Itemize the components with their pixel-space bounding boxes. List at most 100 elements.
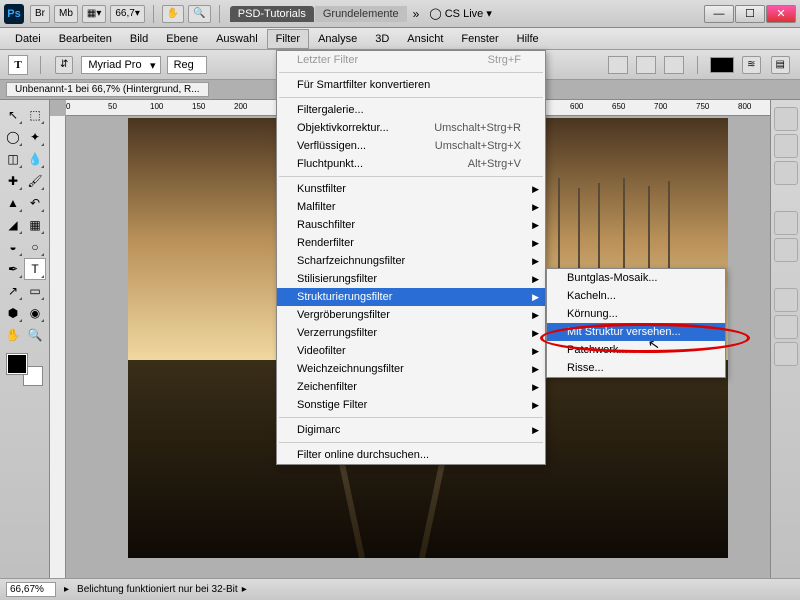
minibridge-button[interactable]: Mb (54, 5, 78, 23)
menuitem-malfilter[interactable]: Malfilter▶ (277, 198, 545, 216)
zoom-tool[interactable]: 🔍 (24, 324, 46, 346)
menuitem-kacheln-[interactable]: Kacheln... (547, 287, 725, 305)
menu-ansicht[interactable]: Ansicht (398, 29, 452, 49)
swatches-panel-icon[interactable] (774, 134, 798, 158)
menu-bearbeiten[interactable]: Bearbeiten (50, 29, 121, 49)
menuitem-videofilter[interactable]: Videofilter▶ (277, 342, 545, 360)
menuitem-stilisierungsfilter[interactable]: Stilisierungsfilter▶ (277, 270, 545, 288)
menuitem-vergr-berungsfilter[interactable]: Vergröberungsfilter▶ (277, 306, 545, 324)
menuitem-strukturierungsfilter[interactable]: Strukturierungsfilter▶ (277, 288, 545, 306)
dodge-tool[interactable]: ○ (24, 236, 46, 258)
menu-analyse[interactable]: Analyse (309, 29, 366, 49)
menuitem-digimarc[interactable]: Digimarc▶ (277, 421, 545, 439)
minimize-button[interactable]: — (704, 5, 734, 23)
hand-tool[interactable]: ✋ (2, 324, 24, 346)
shape-tool[interactable]: ▭ (24, 280, 46, 302)
menu-hilfe[interactable]: Hilfe (508, 29, 548, 49)
orientation-toggle[interactable]: ⇵ (55, 56, 73, 74)
menuitem-scharfzeichnungsfilter[interactable]: Scharfzeichnungsfilter▶ (277, 252, 545, 270)
zoom-tool-shortcut[interactable]: 🔍 (188, 5, 210, 23)
bridge-button[interactable]: Br (30, 5, 50, 23)
3d-camera-tool[interactable]: ◉ (24, 302, 46, 324)
history-brush-tool[interactable]: ↶ (24, 192, 46, 214)
text-color-swatch[interactable] (710, 57, 734, 73)
menuitem-k-rnung-[interactable]: Körnung... (547, 305, 725, 323)
align-left-button[interactable] (608, 56, 628, 74)
status-bar: ▸ Belichtung funktioniert nur bei 32-Bit… (0, 578, 800, 600)
layers-panel-icon[interactable] (774, 288, 798, 312)
heal-tool[interactable]: ✚ (2, 170, 24, 192)
font-style-select[interactable]: Reg (167, 56, 207, 74)
menuitem-patchwork-[interactable]: Patchwork... (547, 341, 725, 359)
type-tool-indicator: T (8, 55, 28, 75)
maximize-button[interactable]: ☐ (735, 5, 765, 23)
menuitem-renderfilter[interactable]: Renderfilter▶ (277, 234, 545, 252)
stamp-tool[interactable]: ▲ (2, 192, 24, 214)
color-swatches[interactable] (5, 352, 45, 388)
hand-tool-shortcut[interactable]: ✋ (162, 5, 184, 23)
menuitem-f-r-smartfilter-konvertieren[interactable]: Für Smartfilter konvertieren (277, 76, 545, 94)
gradient-tool[interactable]: ▦ (24, 214, 46, 236)
marquee-tool[interactable]: ⬚ (24, 104, 46, 126)
zoom-dropdown[interactable]: 66,7 ▾ (110, 5, 145, 23)
blur-tool[interactable]: ◒ (2, 236, 24, 258)
workspace-tab[interactable]: Grundelemente (315, 6, 407, 22)
3d-tool[interactable]: ⬢ (2, 302, 24, 324)
document-tab[interactable]: Unbenannt-1 bei 66,7% (Hintergrund, R... (6, 82, 209, 97)
workspace-tab-active[interactable]: PSD-Tutorials (230, 6, 314, 22)
menuitem-letzter-filter: Letzter FilterStrg+F (277, 51, 545, 69)
crop-tool[interactable]: ◫ (2, 148, 24, 170)
path-select-tool[interactable]: ↗ (2, 280, 24, 302)
zoom-input[interactable] (6, 582, 56, 597)
menuitem-objektivkorrektur-[interactable]: Objektivkorrektur...Umschalt+Strg+R (277, 119, 545, 137)
font-family-select[interactable]: Myriad Pro▾ (81, 56, 160, 74)
menu-bild[interactable]: Bild (121, 29, 157, 49)
window-controls: — ☐ ✕ (703, 5, 796, 23)
menuitem-mit-struktur-versehen-[interactable]: Mit Struktur versehen... (547, 323, 725, 341)
strukturierungsfilter-submenu: Buntglas-Mosaik...Kacheln...Körnung...Mi… (546, 268, 726, 378)
menuitem-risse-[interactable]: Risse... (547, 359, 725, 377)
adjustments-panel-icon[interactable] (774, 211, 798, 235)
arrange-button[interactable]: ▦▾ (82, 5, 106, 23)
eraser-tool[interactable]: ◢ (2, 214, 24, 236)
menuitem-buntglas-mosaik-[interactable]: Buntglas-Mosaik... (547, 269, 725, 287)
ruler-vertical (50, 116, 66, 578)
menuitem-fluchtpunkt-[interactable]: Fluchtpunkt...Alt+Strg+V (277, 155, 545, 173)
menuitem-kunstfilter[interactable]: Kunstfilter▶ (277, 180, 545, 198)
channels-panel-icon[interactable] (774, 315, 798, 339)
menuitem-filtergalerie-[interactable]: Filtergalerie... (277, 101, 545, 119)
char-panel-button[interactable]: ▤ (771, 56, 790, 74)
eyedropper-tool[interactable]: 💧 (24, 148, 46, 170)
menu-fenster[interactable]: Fenster (452, 29, 507, 49)
menuitem-filter-online-durchsuchen-[interactable]: Filter online durchsuchen... (277, 446, 545, 464)
brush-tool[interactable]: 🖌 (24, 170, 46, 192)
align-right-button[interactable] (664, 56, 684, 74)
styles-panel-icon[interactable] (774, 161, 798, 185)
align-center-button[interactable] (636, 56, 656, 74)
menu-ebene[interactable]: Ebene (157, 29, 207, 49)
right-panel-dock (770, 100, 800, 578)
color-panel-icon[interactable] (774, 107, 798, 131)
menu-3d[interactable]: 3D (366, 29, 398, 49)
menuitem-rauschfilter[interactable]: Rauschfilter▶ (277, 216, 545, 234)
cslive-button[interactable]: ◯ CS Live ▾ (429, 7, 491, 20)
masks-panel-icon[interactable] (774, 238, 798, 262)
menu-bar: DateiBearbeitenBildEbeneAuswahlFilterAna… (0, 28, 800, 50)
menu-auswahl[interactable]: Auswahl (207, 29, 267, 49)
warp-text-button[interactable]: ≋ (742, 56, 760, 74)
wand-tool[interactable]: ✦ (24, 126, 46, 148)
menuitem-sonstige-filter[interactable]: Sonstige Filter▶ (277, 396, 545, 414)
menu-datei[interactable]: Datei (6, 29, 50, 49)
menuitem-verfl-ssigen-[interactable]: Verflüssigen...Umschalt+Strg+X (277, 137, 545, 155)
pen-tool[interactable]: ✒ (2, 258, 24, 280)
menuitem-weichzeichnungsfilter[interactable]: Weichzeichnungsfilter▶ (277, 360, 545, 378)
menuitem-verzerrungsfilter[interactable]: Verzerrungsfilter▶ (277, 324, 545, 342)
menu-filter[interactable]: Filter (267, 29, 309, 49)
lasso-tool[interactable]: ◯ (2, 126, 24, 148)
close-button[interactable]: ✕ (766, 5, 796, 23)
more-tabs-icon[interactable]: » (413, 7, 420, 21)
menuitem-zeichenfilter[interactable]: Zeichenfilter▶ (277, 378, 545, 396)
move-tool[interactable]: ↖ (2, 104, 24, 126)
type-tool[interactable]: T (24, 258, 46, 280)
paths-panel-icon[interactable] (774, 342, 798, 366)
